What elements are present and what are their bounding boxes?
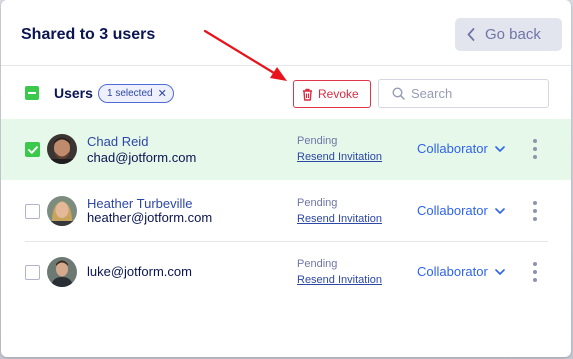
invite-status: Pending — [297, 258, 338, 270]
go-back-button[interactable]: Go back — [455, 18, 562, 51]
user-email: heather@jotform.com — [87, 210, 213, 225]
user-row: Chad Reid chad@jotform.com Pending Resen… — [1, 119, 571, 180]
more-vertical-icon[interactable] — [532, 262, 538, 282]
invite-status: Pending — [297, 197, 338, 209]
chevron-down-icon — [495, 145, 505, 152]
chevron-down-icon — [495, 268, 505, 275]
search-input[interactable] — [411, 86, 541, 101]
search-icon — [392, 87, 405, 100]
check-icon — [27, 145, 38, 154]
role-label: Collaborator — [417, 141, 488, 156]
resend-invitation-link[interactable]: Resend Invitation — [297, 213, 382, 225]
more-vertical-icon[interactable] — [532, 139, 538, 159]
user-name: Heather Turbeville — [87, 196, 193, 211]
more-vertical-icon[interactable] — [532, 201, 538, 221]
role-label: Collaborator — [417, 203, 488, 218]
close-icon[interactable]: ✕ — [158, 87, 167, 100]
modal-header: Shared to 3 users Go back — [1, 0, 571, 66]
user-name: Chad Reid — [87, 134, 149, 149]
user-email: luke@jotform.com — [87, 264, 192, 279]
role-dropdown[interactable]: Collaborator — [417, 203, 505, 218]
role-dropdown[interactable]: Collaborator — [417, 264, 505, 279]
revoke-button[interactable]: Revoke — [293, 80, 371, 108]
row-checkbox[interactable] — [25, 265, 40, 280]
minus-icon — [28, 92, 36, 94]
selected-count-text: 1 selected — [107, 88, 153, 99]
role-dropdown[interactable]: Collaborator — [417, 141, 505, 156]
users-toolbar: Users 1 selected ✕ Revoke — [1, 67, 571, 119]
resend-invitation-link[interactable]: Resend Invitation — [297, 151, 382, 163]
user-row: luke@jotform.com Pending Resend Invitati… — [1, 242, 571, 303]
avatar — [47, 196, 77, 226]
selected-count-badge: 1 selected ✕ — [98, 84, 174, 103]
share-modal: Shared to 3 users Go back Users 1 select… — [1, 0, 571, 357]
user-email: chad@jotform.com — [87, 150, 197, 165]
user-row: Heather Turbeville heather@jotform.com P… — [1, 181, 571, 242]
chevron-down-icon — [495, 207, 505, 214]
chevron-left-icon — [467, 28, 475, 41]
row-checkbox[interactable] — [25, 142, 40, 157]
modal-title: Shared to 3 users — [21, 26, 156, 43]
select-all-checkbox[interactable] — [25, 86, 39, 100]
resend-invitation-link[interactable]: Resend Invitation — [297, 274, 382, 286]
trash-icon — [303, 88, 312, 101]
role-label: Collaborator — [417, 264, 488, 279]
revoke-label: Revoke — [318, 87, 359, 101]
users-label: Users — [54, 85, 93, 101]
row-checkbox[interactable] — [25, 204, 40, 219]
go-back-label: Go back — [485, 26, 541, 43]
avatar — [47, 134, 77, 164]
search-box[interactable] — [378, 79, 549, 108]
avatar — [47, 257, 77, 287]
invite-status: Pending — [297, 135, 338, 147]
